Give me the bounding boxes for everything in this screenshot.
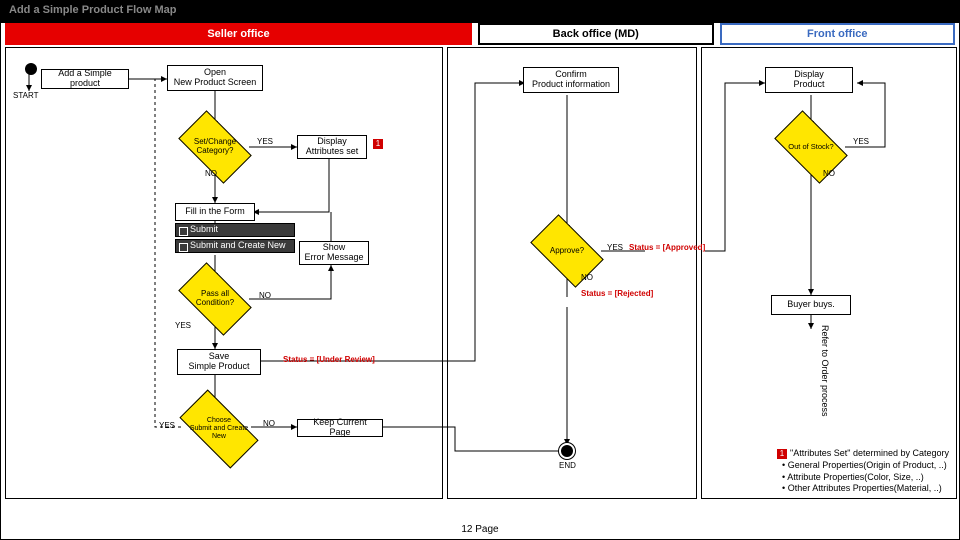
- lane-back-header: Back office (MD): [478, 23, 714, 45]
- no-label-5: NO: [823, 169, 835, 178]
- lane-seller-header: Seller office: [5, 23, 472, 45]
- page-title: Add a Simple Product Flow Map: [1, 1, 959, 23]
- footnote-b3: Other Attributes Properties(Material, ..…: [788, 483, 942, 493]
- display-attributes-set: Display Attributes set: [297, 135, 367, 159]
- page-number: 12 Page: [1, 524, 959, 535]
- lane-headers: Seller office Back office (MD) Front off…: [5, 23, 955, 45]
- status-rejected: Status = [Rejected]: [581, 289, 653, 298]
- keep-current-page: Keep Current Page: [297, 419, 383, 437]
- no-label-3: NO: [263, 419, 275, 428]
- display-product: Display Product: [765, 67, 853, 93]
- open-new-product-screen: Open New Product Screen: [167, 65, 263, 91]
- out-of-stock-decision: Out of Stock?: [779, 127, 843, 167]
- choose-submit-create-new-decision: Choose Submit and Create New: [183, 409, 255, 449]
- yes-label-5: YES: [853, 137, 869, 146]
- pass-all-condition-decision: Pass all Condition?: [183, 279, 247, 319]
- end-dot: [561, 445, 573, 457]
- add-simple-product: Add a Simple product: [41, 69, 129, 89]
- lane-front-body: [701, 47, 957, 499]
- buyer-buys: Buyer buys.: [771, 295, 851, 315]
- footnote-title: "Attributes Set" determined by Category: [790, 448, 949, 458]
- yes-label-1: YES: [257, 137, 273, 146]
- no-label-1: NO: [205, 169, 217, 178]
- end-label: END: [559, 461, 576, 470]
- lane-front-header: Front office: [720, 23, 956, 45]
- no-label-4: NO: [581, 273, 593, 282]
- set-change-category-decision: Set/Change Category?: [183, 127, 247, 167]
- fill-in-form: Fill in the Form: [175, 203, 255, 221]
- refer-order-process: Refer to Order process: [819, 321, 829, 421]
- confirm-product-info: Confirm Product information: [523, 67, 619, 93]
- approve-decision: Approve?: [535, 231, 599, 271]
- no-label-2: NO: [259, 291, 271, 300]
- footnote-b2: Attribute Properties(Color, Size, ..): [787, 472, 924, 482]
- submit-create-new-button[interactable]: Submit and Create New: [175, 239, 295, 253]
- footnote-b1: General Properties(Origin of Product, ..…: [788, 460, 947, 470]
- status-under-review: Status = [Under Review]: [283, 355, 375, 364]
- footnote: 1"Attributes Set" determined by Category…: [777, 448, 949, 495]
- yes-label-4: YES: [607, 243, 623, 252]
- footnote-number: 1: [777, 449, 787, 459]
- save-simple-product: Save Simple Product: [177, 349, 261, 375]
- footnote-ref-1: 1: [373, 139, 383, 149]
- yes-label-3: YES: [159, 421, 175, 430]
- show-error-message: Show Error Message: [299, 241, 369, 265]
- start-dot: [25, 63, 37, 75]
- page: Add a Simple Product Flow Map Seller off…: [0, 0, 960, 540]
- status-approved: Status = [Approved]: [629, 243, 705, 252]
- yes-label-2: YES: [175, 321, 191, 330]
- submit-button[interactable]: Submit: [175, 223, 295, 237]
- start-label: START: [13, 91, 38, 100]
